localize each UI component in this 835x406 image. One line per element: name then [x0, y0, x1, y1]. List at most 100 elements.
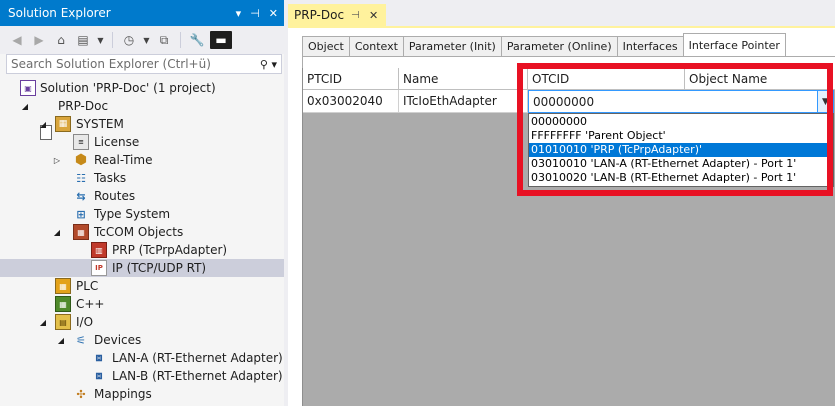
- solution-explorer-title-bar: Solution Explorer ▾ ⊣ ✕: [0, 0, 284, 26]
- dropdown-option-highlighted[interactable]: 01010010 'PRP (TcPrpAdapter)': [529, 143, 833, 157]
- column-header-name[interactable]: Name: [399, 68, 528, 90]
- expanded-icon[interactable]: ◢: [38, 115, 48, 133]
- ethernet-adapter-icon: ⧈: [95, 369, 103, 382]
- io-icon: ▤: [55, 314, 71, 330]
- forward-icon[interactable]: ▶: [30, 31, 48, 49]
- dropdown-option[interactable]: FFFFFFFF 'Parent Object': [529, 129, 833, 143]
- expanded-icon[interactable]: ◢: [20, 97, 30, 115]
- dropdown-option[interactable]: 03010010 'LAN-A (RT-Ethernet Adapter) - …: [529, 157, 833, 171]
- expanded-icon[interactable]: ◢: [56, 331, 66, 349]
- pin-icon[interactable]: ⊣: [250, 7, 260, 20]
- search-icon[interactable]: ⚲ ▾: [260, 55, 277, 73]
- tree-node-realtime[interactable]: ▷ ⬢ Real-Time: [0, 151, 284, 169]
- tree-node-label: C++: [76, 297, 105, 311]
- column-header-object-name[interactable]: Object Name: [685, 68, 835, 90]
- tasks-icon: ☷: [76, 171, 86, 185]
- otcid-selected-value: 00000000: [533, 94, 595, 109]
- tab-context[interactable]: Context: [348, 36, 404, 56]
- document-tab-prp-doc[interactable]: PRP-Doc ⊣ ✕: [288, 4, 386, 26]
- tree-node-label: Type System: [94, 207, 171, 221]
- chevron-down-icon[interactable]: ▼: [817, 91, 833, 112]
- home-icon[interactable]: ⌂: [52, 31, 70, 49]
- toolbar-separator: [112, 32, 113, 48]
- tree-node-tccom-objects[interactable]: ◢ ▦ TcCOM Objects: [0, 223, 284, 241]
- tree-node-label: PRP (TcPrpAdapter): [112, 243, 228, 257]
- dropdown-option[interactable]: 03010020 'LAN-B (RT-Ethernet Adapter) - …: [529, 171, 833, 185]
- back-icon[interactable]: ◀: [8, 31, 26, 49]
- otcid-dropdown-list: 00000000 FFFFFFFF 'Parent Object' 010100…: [528, 113, 834, 187]
- solution-explorer-panel: Solution Explorer ▾ ⊣ ✕ ◀ ▶ ⌂ ▤ ▼ ◷ ▼ ⧉ …: [0, 0, 284, 406]
- license-icon: ≡: [73, 134, 89, 150]
- tree-node-cpp[interactable]: ▦ C++: [0, 295, 284, 313]
- tab-parameter-init[interactable]: Parameter (Init): [402, 36, 502, 56]
- tree-node-mappings[interactable]: ✣ Mappings: [0, 385, 284, 403]
- document-editor: Object Context Parameter (Init) Paramete…: [288, 28, 835, 406]
- close-icon[interactable]: ✕: [269, 7, 278, 20]
- history-icon[interactable]: ◷: [120, 31, 138, 49]
- tab-interface-pointer[interactable]: Interface Pointer: [682, 33, 786, 56]
- solution-explorer-toolbar: ◀ ▶ ⌂ ▤ ▼ ◷ ▼ ⧉ 🔧 ▬: [0, 26, 284, 54]
- chevron-down-icon[interactable]: ▼: [96, 31, 105, 49]
- tree-node-label: TcCOM Objects: [94, 225, 184, 239]
- cell-name[interactable]: ITcIoEthAdapter: [399, 90, 528, 113]
- tree-node-plc[interactable]: ▦ PLC: [0, 277, 284, 295]
- expanded-icon[interactable]: ◢: [38, 313, 48, 331]
- preview-icon[interactable]: ▬: [210, 31, 232, 49]
- dropdown-option[interactable]: 00000000: [529, 115, 833, 129]
- tree-node-system[interactable]: ◢ ▦ SYSTEM: [0, 115, 284, 133]
- system-icon: ▦: [55, 116, 71, 132]
- tree-node-license[interactable]: ≡ License: [0, 133, 284, 151]
- tree-node-label: PRP-Doc: [58, 99, 109, 113]
- ethernet-adapter-icon: ⧈: [95, 351, 103, 364]
- switch-view-icon[interactable]: ▤: [74, 31, 92, 49]
- toolbar-separator: [180, 32, 181, 48]
- tree-node-io[interactable]: ◢ ▤ I/O: [0, 313, 284, 331]
- tree-node-type-system[interactable]: ⊞ Type System: [0, 205, 284, 223]
- cpp-icon: ▦: [55, 296, 71, 312]
- routes-icon: ⇆: [76, 189, 86, 203]
- tree-node-lan-a[interactable]: ⧈ LAN-A (RT-Ethernet Adapter): [0, 349, 284, 367]
- search-input[interactable]: Search Solution Explorer (Ctrl+ü) ⚲ ▾: [6, 54, 282, 74]
- devices-icon: ⚟: [76, 333, 86, 347]
- tree-node-label: Mappings: [94, 387, 152, 401]
- tree-node-project[interactable]: ◢ PRP-Doc: [0, 97, 284, 140]
- column-header-ptcid[interactable]: PTCID: [303, 68, 399, 90]
- tree-node-label: Devices: [94, 333, 142, 347]
- tccom-icon: ▦: [73, 224, 89, 240]
- tree-node-tasks[interactable]: ☷ Tasks: [0, 169, 284, 187]
- tree-node-routes[interactable]: ⇆ Routes: [0, 187, 284, 205]
- otcid-combobox[interactable]: 00000000 ▼: [528, 90, 834, 113]
- tab-interfaces[interactable]: Interfaces: [616, 36, 684, 56]
- expanded-icon[interactable]: ◢: [52, 223, 62, 241]
- tree-node-prp[interactable]: ▥ PRP (TcPrpAdapter): [0, 241, 284, 259]
- solution-explorer-title: Solution Explorer: [8, 6, 111, 20]
- properties-icon[interactable]: 🔧: [188, 31, 206, 49]
- interface-pointer-grid: PTCID Name OTCID Object Name 0x03002040 …: [302, 68, 835, 406]
- tab-object[interactable]: Object: [302, 36, 350, 56]
- mappings-icon: ✣: [76, 387, 86, 401]
- pin-icon[interactable]: ⊣: [351, 4, 360, 26]
- prp-icon: ▥: [91, 242, 107, 258]
- type-system-icon: ⊞: [76, 207, 86, 221]
- collapsed-icon[interactable]: ▷: [52, 151, 62, 169]
- cell-ptcid[interactable]: 0x03002040: [303, 90, 399, 113]
- tree-node-label: Real-Time: [94, 153, 153, 167]
- tree-node-label: Tasks: [94, 171, 127, 185]
- tree-node-label: SYSTEM: [76, 117, 124, 131]
- tab-parameter-online[interactable]: Parameter (Online): [500, 36, 618, 56]
- tree-node-label: Routes: [94, 189, 136, 203]
- tree-node-lan-b[interactable]: ⧈ LAN-B (RT-Ethernet Adapter): [0, 367, 284, 385]
- column-header-otcid[interactable]: OTCID: [528, 68, 685, 90]
- tree-node-label: License: [94, 135, 140, 149]
- close-icon[interactable]: ✕: [369, 4, 378, 26]
- collapse-all-icon[interactable]: ⧉: [155, 31, 173, 49]
- window-dropdown-icon[interactable]: ▾: [236, 7, 242, 20]
- search-placeholder: Search Solution Explorer (Ctrl+ü): [11, 57, 211, 71]
- tree-node-ip[interactable]: IP IP (TCP/UDP RT): [0, 259, 284, 277]
- chevron-down-icon[interactable]: ▼: [142, 31, 151, 49]
- tree-node-label: LAN-B (RT-Ethernet Adapter): [112, 369, 283, 383]
- tree-node-solution[interactable]: ▣ Solution 'PRP-Doc' (1 project): [0, 79, 284, 97]
- tree-node-label: IP (TCP/UDP RT): [112, 261, 207, 275]
- tree-node-devices[interactable]: ◢ ⚟ Devices: [0, 331, 284, 349]
- solution-icon: ▣: [20, 80, 36, 96]
